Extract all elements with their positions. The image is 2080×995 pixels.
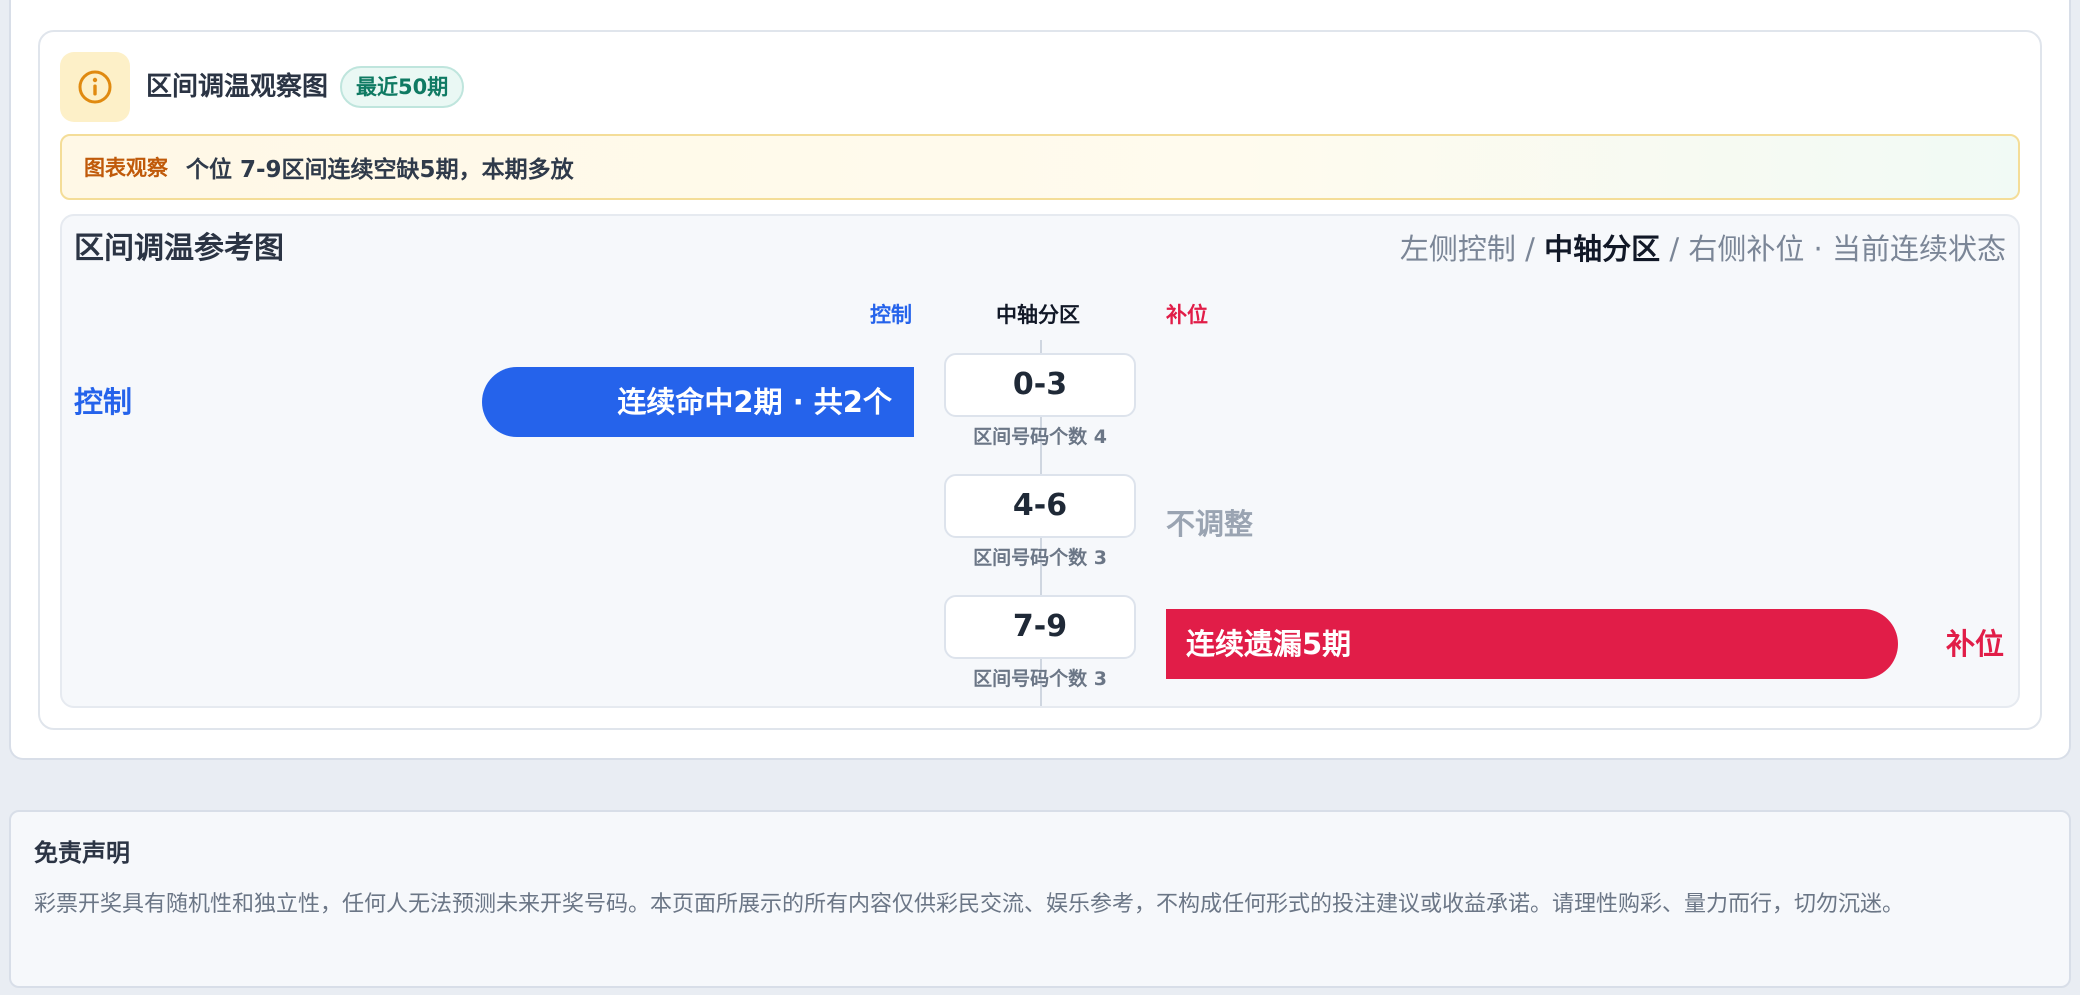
chart-desc-right: / 右侧补位 · 当前连续状态 <box>1669 232 2006 266</box>
column-head-axis: 中轴分区 <box>996 303 1080 327</box>
chart-desc-left: 左侧控制 / <box>1399 232 1535 266</box>
zone-box-7-9: 7-9 <box>944 595 1136 659</box>
column-head-fill: 补位 <box>1166 303 1208 327</box>
zone-count-7-9: 区间号码个数 3 <box>973 668 1107 690</box>
chart-description: 左侧控制 / 中轴分区 / 右侧补位 · 当前连续状态 <box>1400 228 2006 270</box>
no-adjust-status: 不调整 <box>1166 507 1254 541</box>
chart-desc-bold: 中轴分区 <box>1544 232 1661 266</box>
column-head-control: 控制 <box>870 303 912 327</box>
period-badge: 最近50期 <box>340 66 465 108</box>
row-label-control: 控制 <box>74 385 133 419</box>
chart-title: 区间调温参考图 <box>74 231 284 266</box>
zone-box-0-3: 0-3 <box>944 353 1136 417</box>
fill-bar: 连续遗漏5期 <box>1166 609 1898 679</box>
disclaimer-title: 免责声明 <box>34 839 130 867</box>
zone-count-0-3: 区间号码个数 4 <box>973 426 1107 448</box>
page-title: 区间调温观察图 <box>146 72 329 102</box>
observation-label: 图表观察 <box>84 156 168 180</box>
observation-text: 个位 7-9区间连续空缺5期，本期多放 <box>186 157 574 183</box>
control-bar: 连续命中2期 · 共2个 <box>482 367 914 437</box>
row-label-fill: 补位 <box>1946 627 2005 661</box>
disclaimer-text: 彩票开奖具有随机性和独立性，任何人无法预测未来开奖号码。本页面所展示的所有内容仅… <box>34 892 1905 917</box>
observation-bar: 图表观察 个位 7-9区间连续空缺5期，本期多放 <box>60 134 2020 200</box>
zone-box-4-6: 4-6 <box>944 474 1136 538</box>
info-icon <box>60 52 130 122</box>
zone-count-4-6: 区间号码个数 3 <box>973 547 1107 569</box>
